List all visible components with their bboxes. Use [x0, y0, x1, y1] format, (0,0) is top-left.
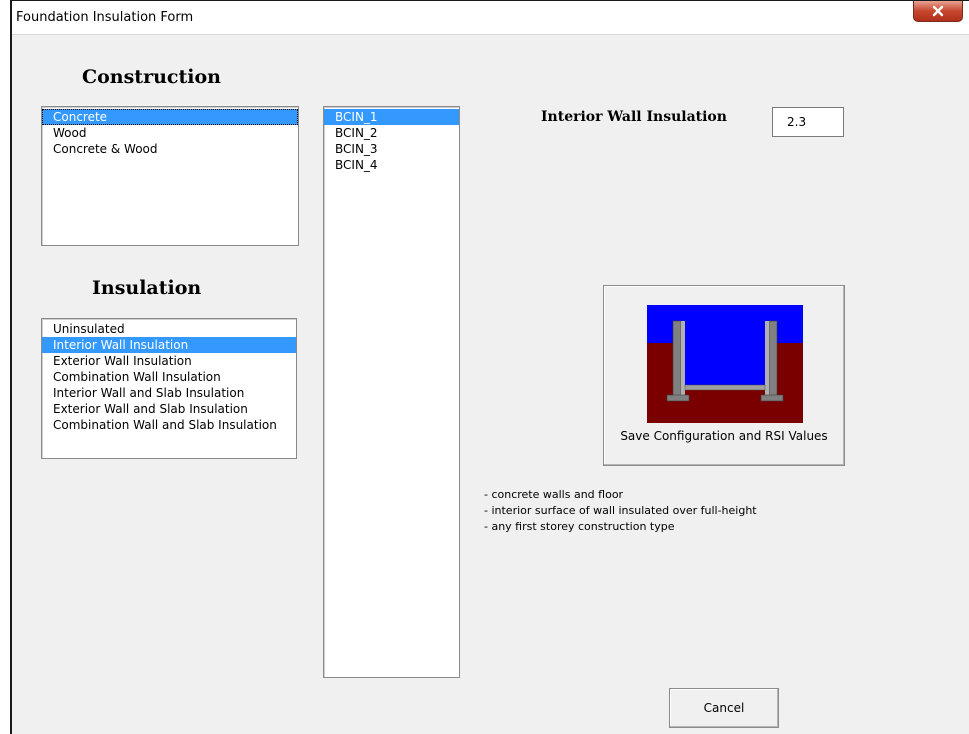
description-line: - concrete walls and floor — [484, 488, 624, 501]
save-button-label: Save Configuration and RSI Values — [620, 429, 828, 443]
cancel-button-label: Cancel — [703, 701, 745, 715]
construction-option[interactable]: Concrete — [42, 109, 298, 125]
insulation-option[interactable]: Exterior Wall and Slab Insulation — [42, 401, 296, 417]
description-text: - concrete walls and floor - interior sur… — [484, 487, 757, 535]
close-icon — [932, 5, 944, 17]
insulation-heading: Insulation — [92, 277, 202, 299]
code-option[interactable]: BCIN_2 — [324, 125, 459, 141]
insulation-option[interactable]: Interior Wall Insulation — [42, 337, 296, 353]
construction-listbox[interactable]: Concrete Wood Concrete & Wood — [41, 106, 299, 246]
save-configuration-button[interactable]: Save Configuration and RSI Values — [603, 285, 845, 466]
construction-option[interactable]: Wood — [42, 125, 298, 141]
code-option[interactable]: BCIN_4 — [324, 157, 459, 173]
code-listbox[interactable]: BCIN_1 BCIN_2 BCIN_3 BCIN_4 — [323, 106, 460, 678]
insulation-listbox[interactable]: Uninsulated Interior Wall Insulation Exter… — [41, 318, 297, 459]
insulation-option[interactable]: Interior Wall and Slab Insulation — [42, 385, 296, 401]
code-option[interactable]: BCIN_1 — [324, 109, 459, 125]
insulation-option[interactable]: Combination Wall and Slab Insulation — [42, 417, 296, 433]
close-button[interactable] — [913, 1, 963, 22]
window-title: Foundation Insulation Form — [16, 10, 194, 25]
rsi-value: 2.3 — [787, 115, 807, 129]
title-bar: Foundation Insulation Form — [12, 1, 969, 35]
insulation-option[interactable]: Exterior Wall Insulation — [42, 353, 296, 369]
form-window: Foundation Insulation Form Construction … — [10, 0, 969, 734]
description-line: - interior surface of wall insulated ove… — [484, 504, 757, 517]
rsi-value-input[interactable]: 2.3 — [772, 107, 844, 137]
code-option[interactable]: BCIN_3 — [324, 141, 459, 157]
rsi-label: Interior Wall Insulation — [541, 109, 727, 125]
construction-heading: Construction — [82, 66, 221, 88]
description-line: - any first storey construction type — [484, 520, 675, 533]
construction-option[interactable]: Concrete & Wood — [42, 141, 298, 157]
insulation-option[interactable]: Uninsulated — [42, 321, 296, 337]
insulation-option[interactable]: Combination Wall Insulation — [42, 369, 296, 385]
cancel-button[interactable]: Cancel — [669, 688, 779, 728]
foundation-diagram-icon — [647, 305, 803, 423]
